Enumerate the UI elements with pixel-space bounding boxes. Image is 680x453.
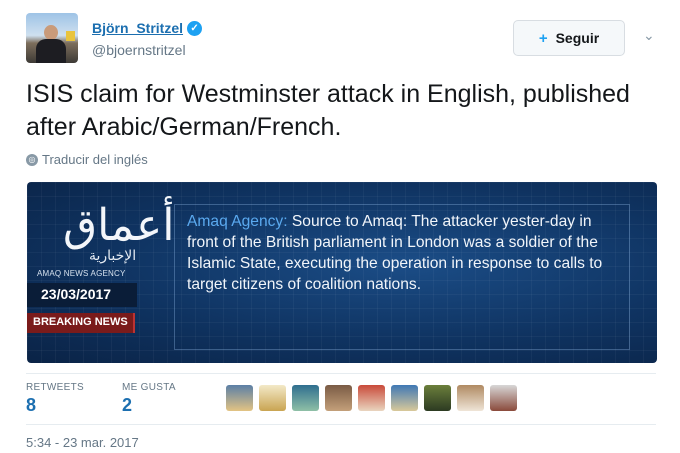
tweet-stats: RETWEETS 8 ME GUSTA 2 (26, 382, 214, 416)
liker-avatar[interactable] (226, 385, 253, 411)
tweet-header: Björn_Stritzel ✓ @bjoernstritzel + Segui… (26, 13, 666, 65)
media-quote: Amaq Agency: Source to Amaq: The attacke… (187, 211, 627, 295)
retweets-label: RETWEETS (26, 382, 84, 393)
likers-avatars (226, 385, 523, 411)
liker-avatar[interactable] (358, 385, 385, 411)
chevron-down-icon[interactable]: ⌄ (643, 27, 655, 44)
tweet-timestamp[interactable]: 5:34 - 23 mar. 2017 (26, 435, 139, 450)
user-name[interactable]: Björn_Stritzel (92, 20, 183, 36)
likes-stat[interactable]: ME GUSTA 2 (122, 382, 176, 416)
globe-icon: ◎ (26, 153, 38, 166)
media-date: 23/03/2017 (41, 286, 112, 302)
media-source: Amaq Agency: (187, 213, 288, 230)
follow-button-label: Seguir (555, 30, 600, 46)
verified-icon: ✓ (187, 20, 203, 36)
retweets-stat[interactable]: RETWEETS 8 (26, 382, 84, 416)
avatar-body (36, 39, 66, 63)
liker-avatar[interactable] (292, 385, 319, 411)
breaking-news-label: BREAKING NEWS (33, 316, 128, 328)
tweet-text: ISIS claim for Westminster attack in Eng… (26, 80, 630, 141)
name-row: Björn_Stritzel ✓ (92, 20, 203, 36)
translate-label: Traducir del inglés (42, 152, 148, 167)
retweets-count: 8 (26, 395, 37, 415)
liker-avatar[interactable] (259, 385, 286, 411)
amaq-logo-arabic: أعماق (63, 200, 175, 251)
amaq-logo-subtitle: الإخبارية (89, 248, 137, 264)
likes-count: 2 (121, 395, 132, 415)
add-user-icon: + (538, 29, 548, 47)
divider (26, 424, 656, 425)
avatar[interactable] (26, 13, 78, 63)
liker-avatar[interactable] (490, 385, 517, 411)
liker-avatar[interactable] (325, 385, 352, 411)
follow-button[interactable]: + Seguir (513, 20, 625, 56)
likes-label: ME GUSTA (121, 382, 176, 393)
liker-avatar[interactable] (424, 385, 451, 411)
tweet-media-image[interactable]: أعماق الإخبارية AMAQ NEWS AGENCY 23/03/2… (27, 182, 657, 363)
avatar-head (44, 25, 58, 40)
liker-avatar[interactable] (457, 385, 484, 411)
translate-link[interactable]: ◎ Traducir del inglés (26, 152, 148, 167)
divider (26, 373, 656, 374)
amaq-logo-english: AMAQ NEWS AGENCY (37, 269, 126, 278)
avatar-sign (66, 31, 75, 41)
user-handle[interactable]: @bjoernstritzel (92, 42, 186, 58)
liker-avatar[interactable] (391, 385, 418, 411)
